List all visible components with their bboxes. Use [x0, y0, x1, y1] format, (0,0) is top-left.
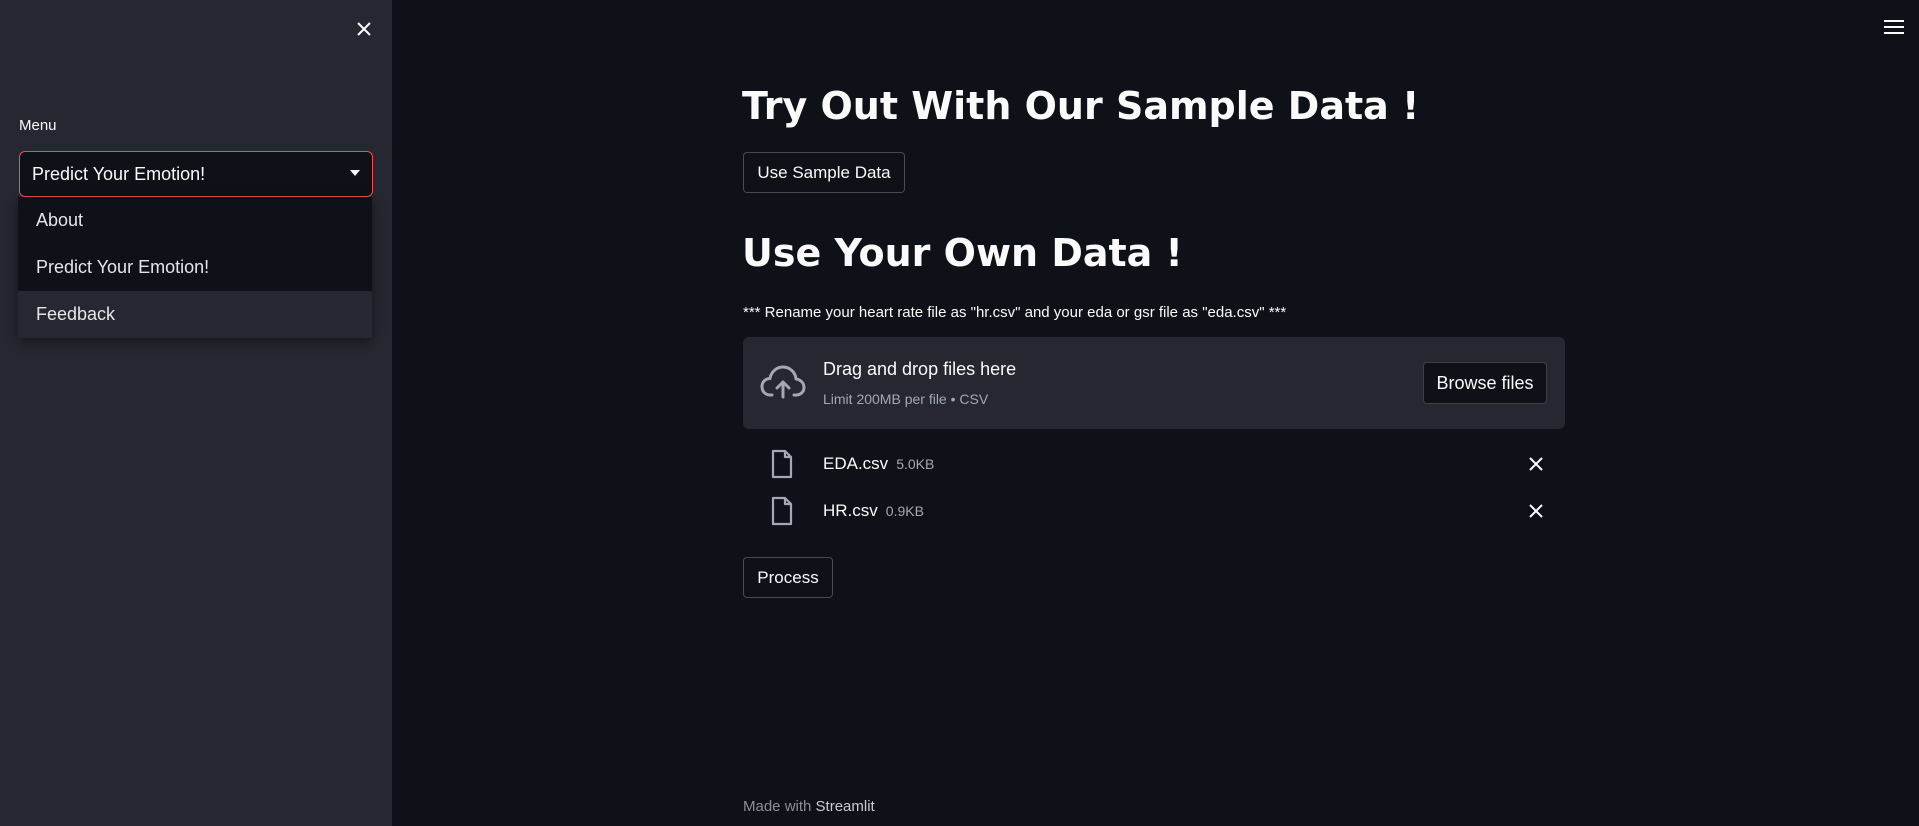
menu-select-value: Predict Your Emotion!: [32, 163, 206, 184]
streamlit-link[interactable]: Streamlit: [816, 798, 875, 815]
footer: Made with Streamlit: [743, 798, 875, 815]
menu-dropdown: About Predict Your Emotion! Feedback: [18, 197, 372, 338]
dropzone-limit: Limit 200MB per file • CSV: [823, 391, 989, 407]
menu-select[interactable]: Predict Your Emotion!: [19, 151, 373, 197]
file-size: 0.9KB: [885, 503, 924, 519]
own-data-heading: Use Your Own Data !: [742, 231, 1183, 275]
chevron-down-icon: [350, 170, 360, 176]
dropzone-title: Drag and drop files here: [823, 359, 1017, 379]
remove-file-button[interactable]: [1525, 453, 1547, 475]
sample-data-heading: Try Out With Our Sample Data !: [742, 84, 1420, 128]
footer-prefix: Made with: [743, 798, 812, 815]
menu-label: Menu: [19, 117, 57, 134]
menu-option-predict[interactable]: Predict Your Emotion!: [18, 244, 372, 291]
hamburger-menu-icon: [1884, 20, 1904, 34]
uploaded-file-row: EDA.csv 5.0KB: [743, 443, 1565, 485]
file-icon: [771, 496, 793, 526]
close-sidebar-button[interactable]: [351, 16, 377, 42]
process-button[interactable]: Process: [743, 557, 833, 598]
file-name: HR.csv: [823, 501, 878, 520]
browse-files-button[interactable]: Browse files: [1423, 362, 1547, 404]
use-sample-data-button[interactable]: Use Sample Data: [743, 152, 905, 193]
close-icon: [357, 22, 371, 36]
file-name: EDA.csv: [823, 454, 889, 473]
cloud-upload-icon: [760, 365, 806, 399]
close-icon: [1529, 457, 1543, 471]
remove-file-button[interactable]: [1525, 500, 1547, 522]
uploaded-file-row: HR.csv 0.9KB: [743, 490, 1565, 532]
close-icon: [1529, 504, 1543, 518]
file-uploader-dropzone[interactable]: Drag and drop files here Limit 200MB per…: [743, 337, 1565, 429]
file-size: 5.0KB: [896, 456, 935, 472]
rename-note: *** Rename your heart rate file as "hr.c…: [743, 304, 1287, 321]
sidebar: Menu Predict Your Emotion! About Predict…: [0, 0, 392, 826]
main-menu-button[interactable]: [1884, 20, 1904, 36]
file-icon: [771, 449, 793, 479]
menu-option-about[interactable]: About: [18, 197, 372, 244]
menu-option-feedback[interactable]: Feedback: [18, 291, 372, 338]
